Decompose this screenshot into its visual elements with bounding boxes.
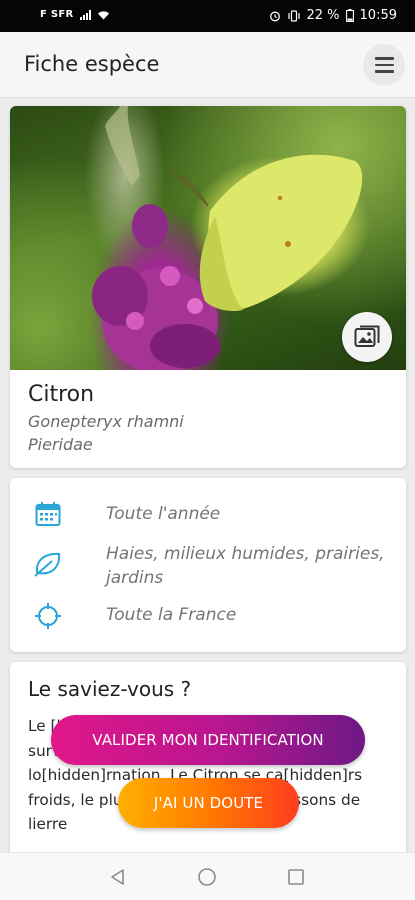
- app-bar: Fiche espèce: [0, 32, 415, 98]
- validate-identification-button[interactable]: VALIDER MON IDENTIFICATION: [51, 715, 365, 765]
- alarm-icon: [269, 11, 280, 21]
- species-family: Pieridae: [28, 435, 93, 454]
- doubt-button[interactable]: J'AI UN DOUTE: [118, 778, 299, 828]
- system-nav-bar: [0, 852, 415, 900]
- status-right: 22 % 10:59: [269, 8, 397, 23]
- species-card: Citron Gonepteryx rhamni Pieridae: [10, 106, 406, 468]
- carrier-label: F SFR: [40, 9, 74, 20]
- hamburger-line: [374, 63, 394, 67]
- signal-icon: [79, 9, 91, 20]
- species-scientific-name: Gonepteryx rhamni: [28, 412, 184, 431]
- crosshair-icon: [32, 600, 64, 632]
- calendar-icon: [32, 498, 64, 530]
- gallery-button[interactable]: [342, 312, 392, 362]
- nav-back-button[interactable]: [106, 865, 130, 889]
- species-photo[interactable]: [10, 106, 406, 370]
- nav-home-button[interactable]: [195, 865, 219, 889]
- image-gallery-icon: [354, 325, 380, 347]
- battery-icon: [345, 9, 354, 22]
- status-bar: F SFR 22 % 10:59: [0, 0, 415, 32]
- status-left: F SFR: [40, 9, 110, 20]
- battery-percent: 22 %: [306, 8, 340, 23]
- info-period-text: Toute l'année: [106, 504, 221, 524]
- recents-square-icon: [288, 869, 304, 885]
- home-circle-icon: [198, 868, 216, 886]
- species-info-card: Toute l'année Haies, milieux humides, pr…: [10, 478, 406, 652]
- did-you-know-title: Le saviez-vous ?: [28, 677, 192, 701]
- vibrate-icon: [287, 9, 300, 22]
- page-title: Fiche espèce: [24, 52, 160, 76]
- clock: 10:59: [359, 8, 397, 23]
- hamburger-menu-icon: [374, 57, 394, 60]
- wifi-icon: [97, 10, 109, 19]
- info-habitat-text: Haies, milieux humides, prairies, jardin…: [106, 544, 385, 588]
- info-range-text: Toute la France: [106, 605, 237, 625]
- menu-button[interactable]: [363, 44, 405, 86]
- back-triangle-icon: [111, 869, 124, 885]
- leaf-icon: [32, 548, 64, 580]
- species-common-name: Citron: [28, 382, 95, 407]
- hamburger-line: [374, 70, 394, 73]
- nav-recents-button[interactable]: [284, 865, 308, 889]
